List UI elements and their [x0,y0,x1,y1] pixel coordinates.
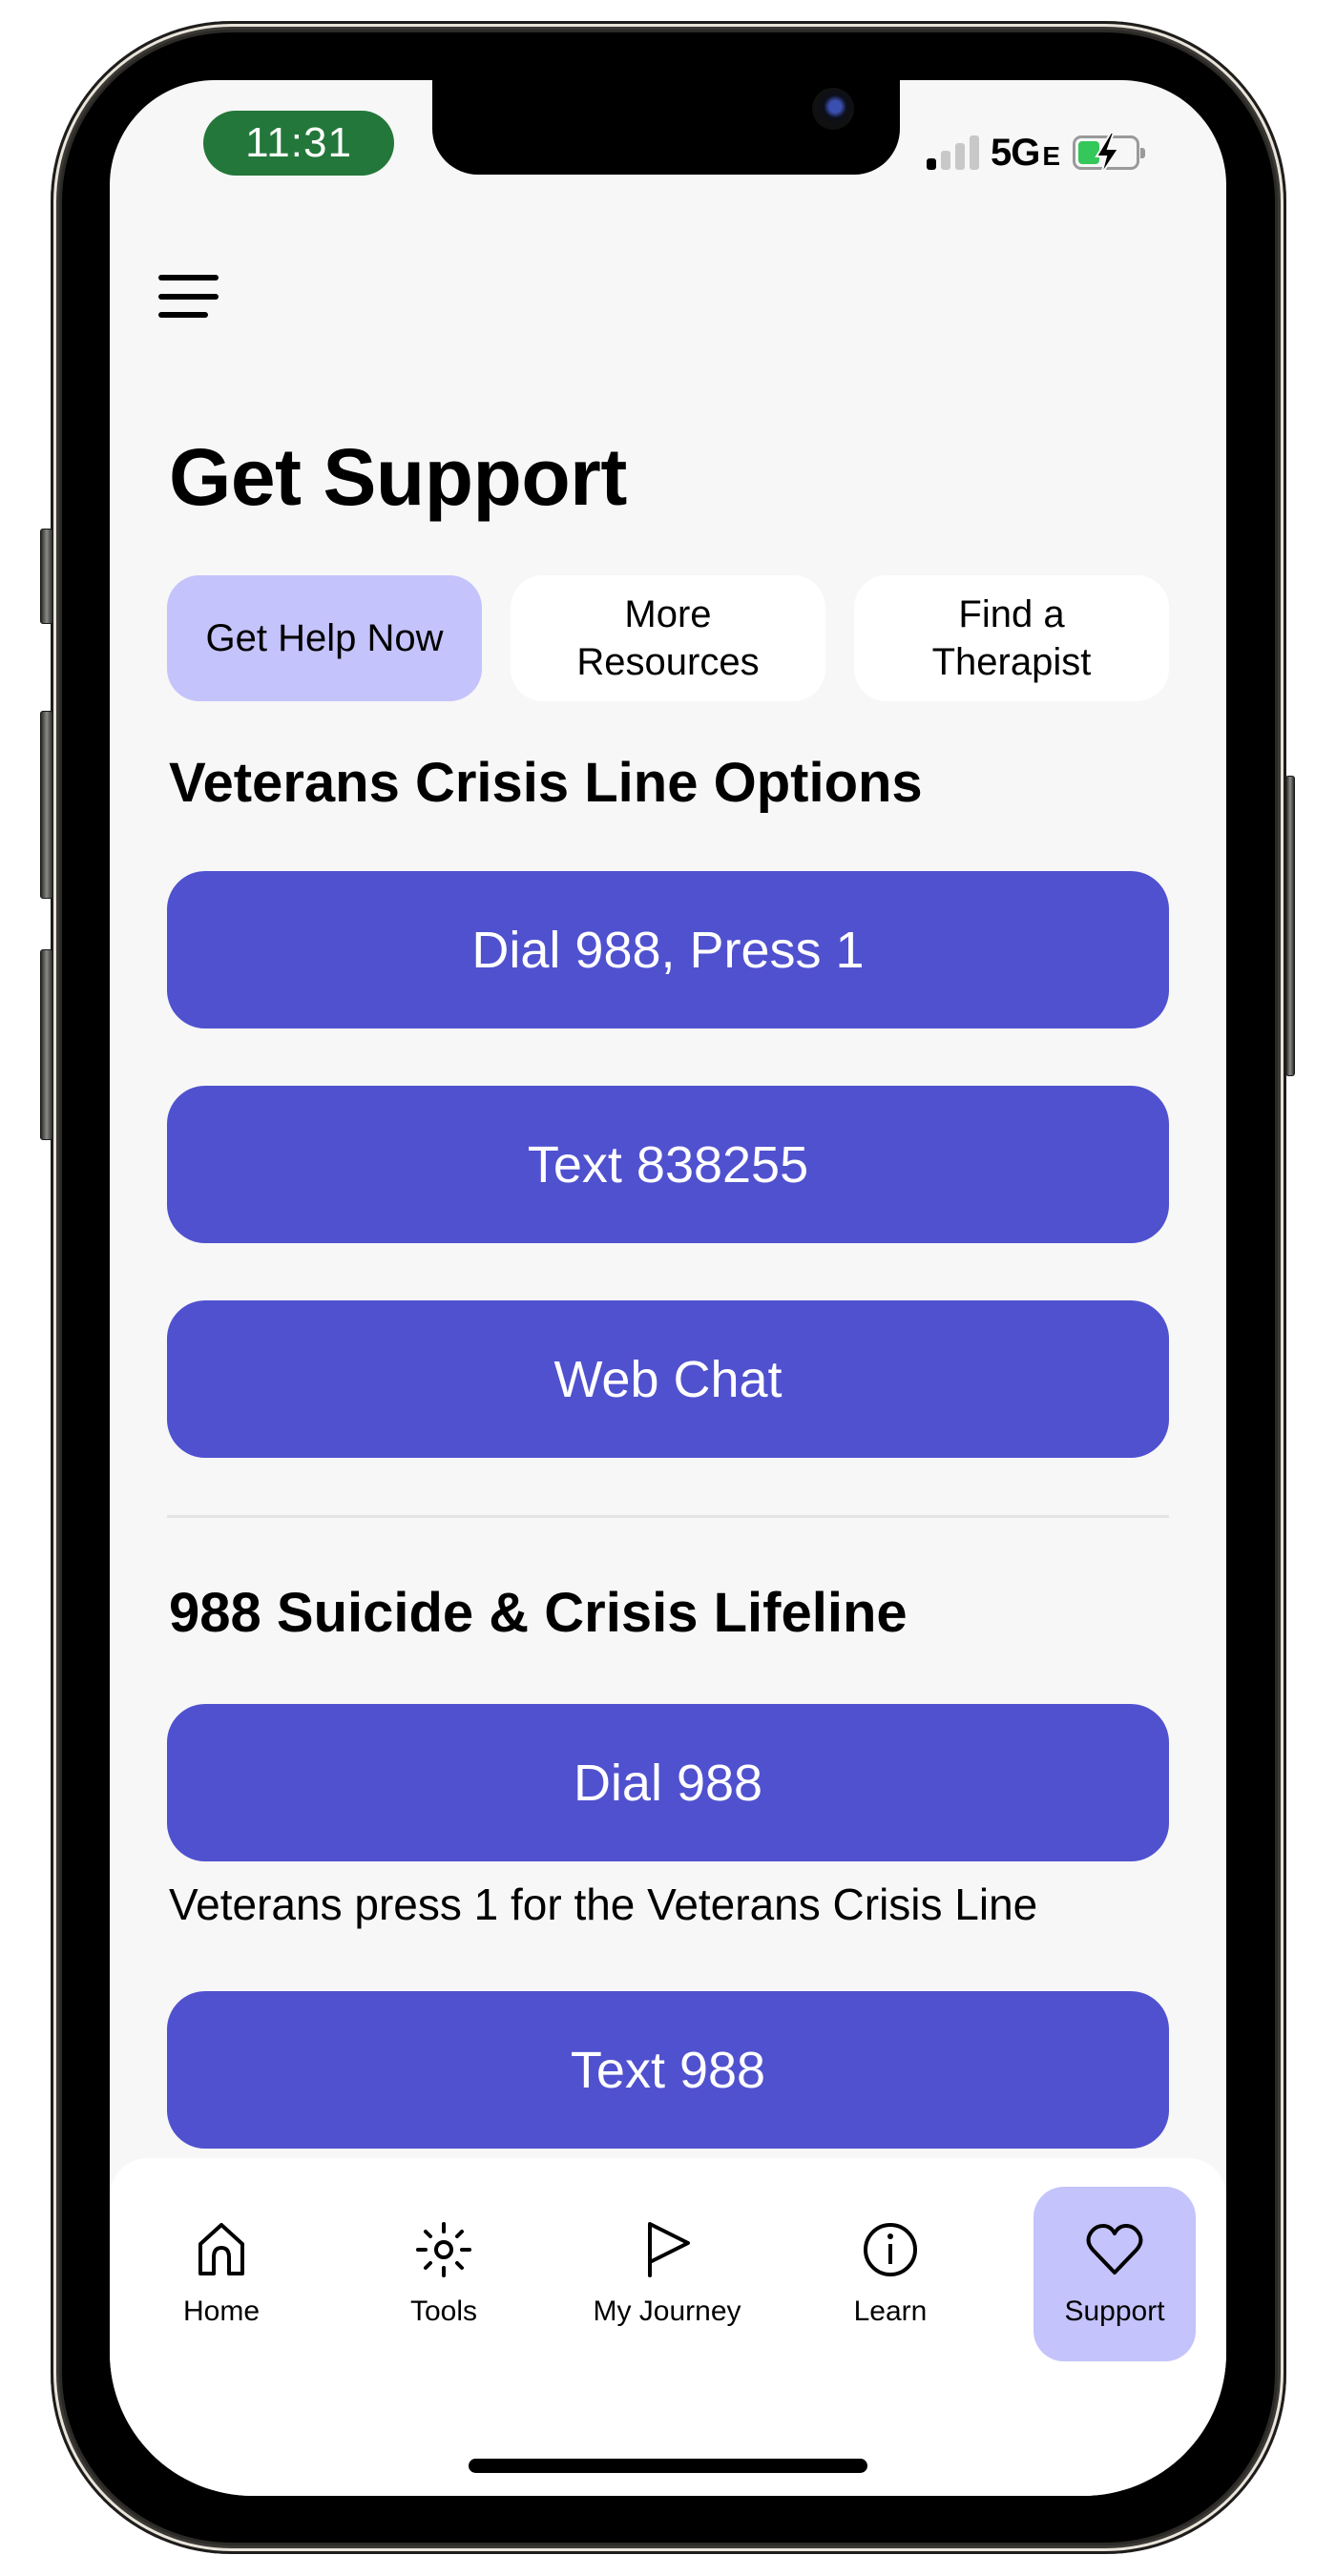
web-chat-button[interactable]: Web Chat [167,1300,1169,1458]
nav-item-tools[interactable]: Tools [363,2187,525,2361]
info-icon [864,2223,917,2276]
flag-icon [648,2222,690,2277]
home-indicator[interactable] [469,2459,867,2473]
dial-988-press-1-button[interactable]: Dial 988, Press 1 [167,871,1169,1028]
sun-tools-icon [416,2222,471,2277]
nav-label-tools: Tools [409,2296,478,2327]
dial-988-button[interactable]: Dial 988 [167,1704,1169,1861]
nav-label-support: Support [1064,2296,1165,2327]
page-title: Get Support [169,432,627,522]
heart-icon [1086,2224,1143,2275]
nav-label-learn: Learn [853,2296,928,2327]
nav-label-home: Home [182,2296,261,2327]
bottom-nav: Home Tools My Journey Learn Support [110,2158,1226,2496]
screen: 11:31 5G E Get Support Get Help Now More … [110,80,1226,2496]
veterans-crisis-line-heading: Veterans Crisis Line Options [169,752,923,814]
dial-988-note: Veterans press 1 for the Veterans Crisis… [169,1880,1038,1929]
volume-up-button [40,711,53,899]
power-button [1285,776,1295,1076]
network-label: 5G [991,131,1040,174]
tab-find-a-therapist[interactable]: Find a Therapist [854,575,1169,701]
volume-down-button [40,949,53,1140]
nav-item-my-journey[interactable]: My Journey [586,2187,748,2361]
suicide-crisis-lifeline-heading: 988 Suicide & Crisis Lifeline [169,1582,908,1644]
notch [432,80,900,175]
silent-switch [40,529,53,624]
nav-item-home[interactable]: Home [140,2187,303,2361]
hamburger-menu-icon[interactable] [158,275,219,318]
battery-charging-icon [1073,133,1146,175]
network-suffix: E [1042,140,1060,171]
section-divider [167,1515,1169,1518]
cellular-signal-icon [927,135,979,170]
nav-item-learn[interactable]: Learn [809,2187,971,2361]
charging-bolt-icon [1095,133,1120,175]
status-icons: 5G E [927,131,1146,175]
nav-item-support[interactable]: Support [1033,2187,1196,2361]
tab-more-resources[interactable]: More Resources [511,575,825,701]
network-type: 5G E [991,131,1060,175]
status-time: 11:31 [203,111,394,176]
home-icon [198,2223,244,2275]
support-tabs: Get Help Now More Resources Find a Thera… [167,575,1169,701]
time-text: 11:31 [245,119,352,166]
nav-label-my-journey: My Journey [593,2296,741,2327]
tab-get-help-now[interactable]: Get Help Now [167,575,482,701]
text-988-button[interactable]: Text 988 [167,1991,1169,2149]
text-838255-button[interactable]: Text 838255 [167,1086,1169,1243]
front-camera [812,88,854,130]
